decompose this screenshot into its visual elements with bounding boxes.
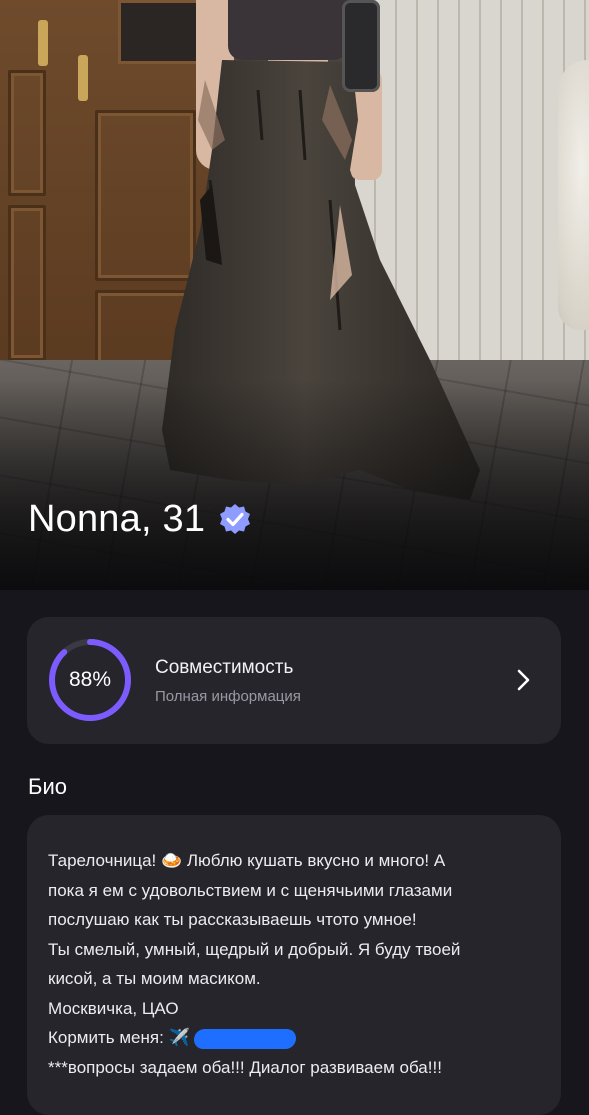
redacted-contact	[193, 1028, 297, 1049]
compatibility-percent: 88%	[68, 668, 112, 691]
bio-card: Тарелочница! 🍛 Люблю кушать вкусно и мно…	[27, 815, 561, 1115]
profile-name-age: Nonna, 31	[28, 498, 206, 540]
compatibility-title: Совместимость	[155, 657, 294, 678]
bio-line: кисой, а ты моим масиком.	[48, 969, 261, 988]
bio-line: Ты смелый, умный, щедрый и добрый. Я буд…	[48, 939, 461, 959]
bio-text: Тарелочница! 🍛 Люблю кушать вкусно и мно…	[48, 846, 548, 1082]
bio-line: ***вопросы задаем оба!!! Диалог развивае…	[48, 1057, 442, 1077]
bio-heading: Био	[28, 774, 67, 799]
verified-badge-icon	[220, 503, 251, 534]
bio-line: пока я ем с удовольствием и с щенячьими …	[48, 880, 453, 900]
photo-bag	[342, 0, 380, 92]
chevron-right-icon[interactable]	[515, 667, 533, 693]
bio-line-text: Кормить меня: ✈️	[48, 1028, 190, 1047]
bio-line: Москвичка, ЦАО	[48, 998, 179, 1018]
bio-line: Тарелочница! 🍛 Люблю кушать вкусно и мно…	[48, 851, 446, 870]
profile-photo[interactable]: Nonna, 31	[0, 0, 589, 590]
compatibility-card[interactable]: 88% Совместимость Полная информация	[27, 617, 561, 744]
bio-line-feed-me: Кормить меня: ✈️	[48, 1023, 548, 1053]
bio-line: послушаю как ты рассказываешь чтото умно…	[48, 910, 417, 929]
compatibility-subtitle: Полная информация	[155, 688, 301, 705]
